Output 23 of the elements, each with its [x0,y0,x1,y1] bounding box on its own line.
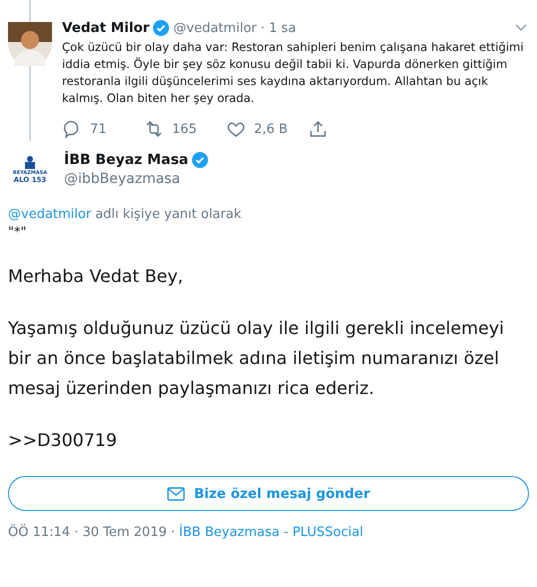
user-handle[interactable]: @ibbBeyazmasa [64,170,208,186]
retweet-icon [144,119,164,139]
user-name[interactable]: Vedat Milor [62,20,150,36]
envelope-icon [167,486,186,500]
action-count: 71 [90,122,107,136]
avatar [8,22,52,66]
reply-context: adlı kişiye yanıt olarak [95,207,242,222]
user-handle[interactable]: @vedatmilor [173,20,257,36]
tweet-text: >>D300719 [8,430,118,453]
tweet-text: Çok üzücü bir olay daha var: Restoran sahipleri benim çalışana hakaret ettiğimi iddia etmiş. Öyle bir şey söz konusu değil tabii ki. Vapurda dönerken gittiğim restoranla ilgili düşüncelerimi ses kaydına aktarıyordum. Allahtan bu açık kalmış. Olan biten her şey orada. [62,39,525,107]
caret-icon [515,24,527,32]
action-count: 2,6 B [254,122,288,136]
tweet-timestamp: ÖÖ 11:14 · 30 Tem 2019 · [8,525,176,540]
mention-link[interactable]: @vedatmilor [8,207,92,222]
tweet-text: Yaşamış olduğunuz üzücü olay ile ilgili gerekli incelemeyi bir an önce başlatabilmek adına iletişim numaranızı özel mesaj üzerinden paylaşmanızı rica ederiz. [8,318,505,401]
user-name[interactable]: İBB Beyaz Masa [64,152,188,168]
share-icon [308,119,328,139]
message-button[interactable]: Bize özel mesaj gönder [8,476,529,511]
tweet-text: "*" [8,225,28,240]
action-count: 165 [172,122,197,136]
tweet-text: Merhaba Vedat Bey, [8,266,184,289]
tweet-time[interactable]: · 1 sa [260,20,296,36]
source-link[interactable]: İBB Beyazmasa - PLUSSocial [179,525,364,540]
